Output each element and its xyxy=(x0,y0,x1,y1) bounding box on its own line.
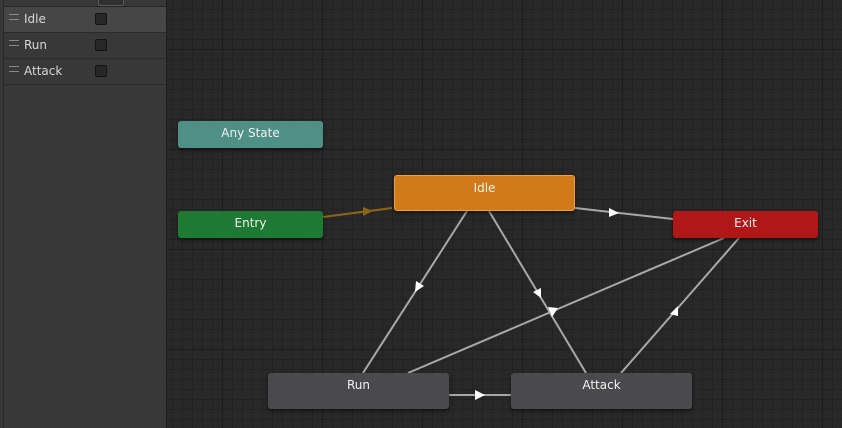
transition-arrow-icon xyxy=(363,207,373,216)
state-node-run[interactable]: Run xyxy=(268,373,449,409)
drag-handle-icon[interactable] xyxy=(9,40,19,46)
state-label: Run xyxy=(346,378,370,392)
parameter-checkbox-attack[interactable] xyxy=(95,65,107,77)
parameter-row-run[interactable]: Run xyxy=(4,33,166,59)
state-label: Idle xyxy=(473,181,496,195)
transition-idle-run[interactable] xyxy=(362,210,468,374)
animator-graph-canvas[interactable]: Any State Entry Idle Exit Run Attack xyxy=(167,0,842,428)
state-node-entry[interactable]: Entry xyxy=(178,211,323,238)
parameters-header-stub xyxy=(4,0,166,7)
parameter-row-attack[interactable]: Attack xyxy=(4,59,166,85)
drag-handle-icon[interactable] xyxy=(9,66,19,72)
transition-attack-exit[interactable] xyxy=(620,237,740,374)
state-label: Attack xyxy=(582,378,621,392)
parameter-row-idle[interactable]: Idle xyxy=(4,7,166,33)
header-field-stub[interactable] xyxy=(98,0,124,6)
state-label: Entry xyxy=(234,216,267,230)
transition-run-attack[interactable] xyxy=(448,390,511,400)
parameter-name: Run xyxy=(24,38,48,52)
state-node-exit[interactable]: Exit xyxy=(673,211,818,238)
parameter-name: Idle xyxy=(24,12,46,26)
state-label: Any State xyxy=(221,126,280,140)
state-node-any-state[interactable]: Any State xyxy=(178,121,323,148)
state-label: Exit xyxy=(734,216,757,230)
transition-entry-idle[interactable] xyxy=(322,207,393,218)
transition-line xyxy=(620,237,740,374)
transition-line xyxy=(322,207,393,218)
drag-handle-icon[interactable] xyxy=(9,14,19,20)
parameters-panel: Idle Run Attack xyxy=(0,0,167,428)
transition-arrow-icon xyxy=(475,390,485,400)
transition-idle-exit[interactable] xyxy=(574,207,674,220)
transition-idle-attack[interactable] xyxy=(488,210,587,374)
parameter-name: Attack xyxy=(24,64,63,78)
state-node-idle[interactable]: Idle xyxy=(394,175,575,211)
transition-arrow-icon xyxy=(415,281,424,292)
parameter-checkbox-idle[interactable] xyxy=(95,13,107,25)
parameters-list: Idle Run Attack xyxy=(3,0,166,428)
transition-arrow-icon xyxy=(609,208,619,217)
transition-run-exit[interactable] xyxy=(407,237,725,374)
transition-line xyxy=(574,207,674,220)
transition-line xyxy=(407,237,725,374)
state-node-attack[interactable]: Attack xyxy=(511,373,692,409)
parameter-checkbox-run[interactable] xyxy=(95,39,107,51)
